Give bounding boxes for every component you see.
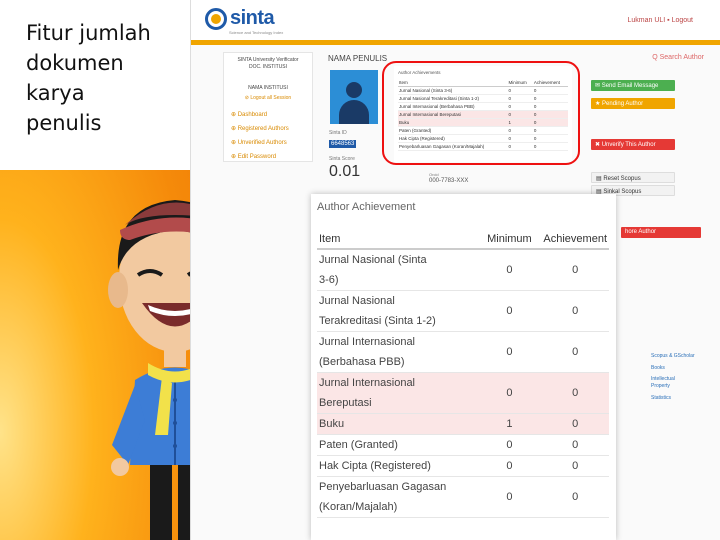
- sinta-id-label: Sinta ID: [329, 130, 347, 136]
- achievement-row: Jurnal Internasional Bereputasi 0 0: [317, 372, 609, 414]
- achievement-item-line: (Koran/Majalah): [319, 501, 398, 513]
- achievement-item-line: 3-6): [319, 274, 339, 286]
- unverify-author-button[interactable]: ✖ Unverify This Author: [591, 139, 675, 150]
- zoom-panel-title: Author Achievement: [317, 201, 416, 213]
- achievement-item-cell: Jurnal Nasional Terakreditasi (Sinta 1-2): [317, 290, 478, 332]
- achievement-row: Hak Cipta (Registered) 0 0: [317, 455, 609, 477]
- user-menu[interactable]: Lukman ULI ▪ Logout: [627, 17, 693, 24]
- sinta-logo-text: sinta: [230, 7, 275, 29]
- achievement-item-line: Jurnal Nasional (Sinta: [319, 254, 427, 266]
- logout-session-link[interactable]: ⊘ Logout all Session: [224, 95, 312, 102]
- slide-title-line: dokumen: [26, 51, 124, 75]
- link-intellectual-property[interactable]: Intellectual Property: [651, 376, 691, 390]
- sinta-id-value[interactable]: 6648563: [329, 140, 357, 148]
- achievement-value-cell: 0: [541, 249, 609, 291]
- profile-role: SINTA University Verificator: [237, 57, 299, 63]
- pending-author-button[interactable]: ★ Pending Author: [591, 98, 675, 109]
- column-header-item: Item: [317, 230, 478, 250]
- slide-title-line: Fitur jumlah: [26, 21, 151, 45]
- achievement-value-cell: 0: [541, 476, 609, 518]
- achievement-minimum-cell: 1: [477, 413, 542, 435]
- achievement-item-cell: Paten (Granted): [317, 434, 478, 456]
- achievement-row: Penyebarluasan Gagasan (Koran/Majalah) 0 0: [317, 476, 609, 518]
- author-avatar: [330, 70, 378, 124]
- achievement-minimum-cell: 0: [477, 290, 542, 332]
- sinta-logo-subtitle: Science and Technology Index: [229, 30, 284, 35]
- achievement-item-line: Buku: [319, 418, 345, 430]
- orcid-label: Orcid: [429, 172, 439, 177]
- profile-institution-name: NAMA INSTITUSI: [248, 85, 288, 91]
- achievement-row: Jurnal Internasional (Berbahasa PBB) 0 0: [317, 331, 609, 373]
- top-navbar: sinta Science and Technology Index Lukma…: [191, 0, 720, 40]
- achievement-item-line: Jurnal Nasional: [319, 295, 395, 307]
- achievement-item-cell: Buku: [317, 413, 478, 435]
- sinta-logo[interactable]: sinta: [205, 7, 275, 30]
- achievement-item-cell: Jurnal Internasional (Berbahasa PBB): [317, 331, 478, 373]
- achievement-item-cell: Penyebarluasan Gagasan (Koran/Majalah): [317, 476, 478, 518]
- achievement-row: Jurnal Nasional (Sinta 3-6) 0 0: [317, 249, 609, 291]
- achievement-minimum-cell: 0: [477, 434, 542, 456]
- achievement-item-line: Paten (Granted): [319, 439, 398, 451]
- achievement-item-line: Penyebarluasan Gagasan: [319, 481, 447, 493]
- avatar-head-icon: [346, 82, 362, 98]
- achievement-minimum-cell: 0: [477, 455, 542, 477]
- author-action-button[interactable]: hore Author: [621, 227, 701, 238]
- sinta-score-label: Sinta Score: [329, 156, 355, 162]
- orcid-value: 000-7783-XXX: [429, 178, 469, 184]
- link-statistics[interactable]: Statistics: [651, 392, 695, 404]
- column-header-achievement: Achievement: [541, 230, 609, 250]
- avatar-body-icon: [339, 100, 369, 124]
- achievement-minimum-cell: 0: [477, 476, 542, 518]
- achievement-value-cell: 0: [541, 331, 609, 373]
- achievement-item-line: Terakreditasi (Sinta 1-2): [319, 315, 436, 327]
- achievement-value-cell: 0: [541, 290, 609, 332]
- link-books[interactable]: Books: [651, 362, 695, 374]
- profile-institution-code: DOC. INSTITUSI: [248, 64, 288, 70]
- side-menu-dashboard[interactable]: ⊕ Dashboard: [231, 108, 289, 122]
- slide-title-line: karya: [26, 81, 85, 105]
- cartoon-character-illustration: [100, 185, 190, 540]
- author-achievement-zoom-panel: Author Achievement Item Minimum Achievem…: [311, 194, 616, 540]
- achievement-value-cell: 0: [541, 434, 609, 456]
- author-section-links: Scopus & GScholar Books Intellectual Pro…: [651, 350, 695, 404]
- side-menu-registered-authors[interactable]: ⊕ Registered Authors: [231, 122, 289, 136]
- send-email-button[interactable]: ✉ Send Email Message: [591, 80, 675, 91]
- achievement-minimum-cell: 0: [477, 372, 542, 414]
- achievement-item-line: Jurnal Internasional: [319, 336, 416, 348]
- sinta-logo-icon: [205, 7, 227, 30]
- side-menu-edit-password[interactable]: ⊕ Edit Password: [231, 150, 289, 164]
- side-menu: ⊕ Dashboard ⊕ Registered Authors ⊕ Unver…: [231, 108, 289, 164]
- achievement-item-cell: Hak Cipta (Registered): [317, 455, 478, 477]
- achievement-minimum-cell: 0: [477, 331, 542, 373]
- navbar-accent-bar: [191, 40, 720, 45]
- achievement-value-cell: 0: [541, 455, 609, 477]
- achievement-item-line: Bereputasi: [319, 397, 372, 409]
- side-menu-unverified-authors[interactable]: ⊕ Unverified Authors: [231, 136, 289, 150]
- column-header-minimum: Minimum: [477, 230, 542, 250]
- reset-scopus-button[interactable]: ▤ Reset Scopus: [591, 172, 675, 183]
- achievement-minimum-cell: 0: [477, 249, 542, 291]
- achievement-value-cell: 0: [541, 372, 609, 414]
- achievement-item-line: Jurnal Internasional: [319, 377, 416, 389]
- achievement-row: Jurnal Nasional Terakreditasi (Sinta 1-2)…: [317, 290, 609, 332]
- achievement-row: Paten (Granted) 0 0: [317, 434, 609, 456]
- achievement-item-line: (Berbahasa PBB): [319, 356, 405, 368]
- search-author-link[interactable]: Q Search Author: [652, 54, 704, 61]
- achievement-item-line: Hak Cipta (Registered): [319, 460, 431, 472]
- link-scopus-gscholar[interactable]: Scopus & GScholar: [651, 350, 695, 362]
- left-decor-panel: Fitur jumlah dokumen karya penulis: [0, 0, 190, 540]
- highlight-circle-annotation: [382, 61, 580, 165]
- achievement-item-cell: Jurnal Nasional (Sinta 3-6): [317, 249, 478, 291]
- sinta-screenshot: sinta Science and Technology Index Lukma…: [190, 0, 720, 540]
- achievement-item-cell: Jurnal Internasional Bereputasi: [317, 372, 478, 414]
- achievement-table: Item Minimum Achievement Jurnal Nasional…: [317, 230, 609, 518]
- slide-title-line: penulis: [26, 111, 102, 135]
- sinta-score-value: 0.01: [329, 163, 361, 180]
- achievement-row: Buku 1 0: [317, 413, 609, 435]
- author-name: NAMA PENULIS: [328, 54, 388, 63]
- achievement-value-cell: 0: [541, 413, 609, 435]
- slide-title: Fitur jumlah dokumen karya penulis: [0, 0, 190, 170]
